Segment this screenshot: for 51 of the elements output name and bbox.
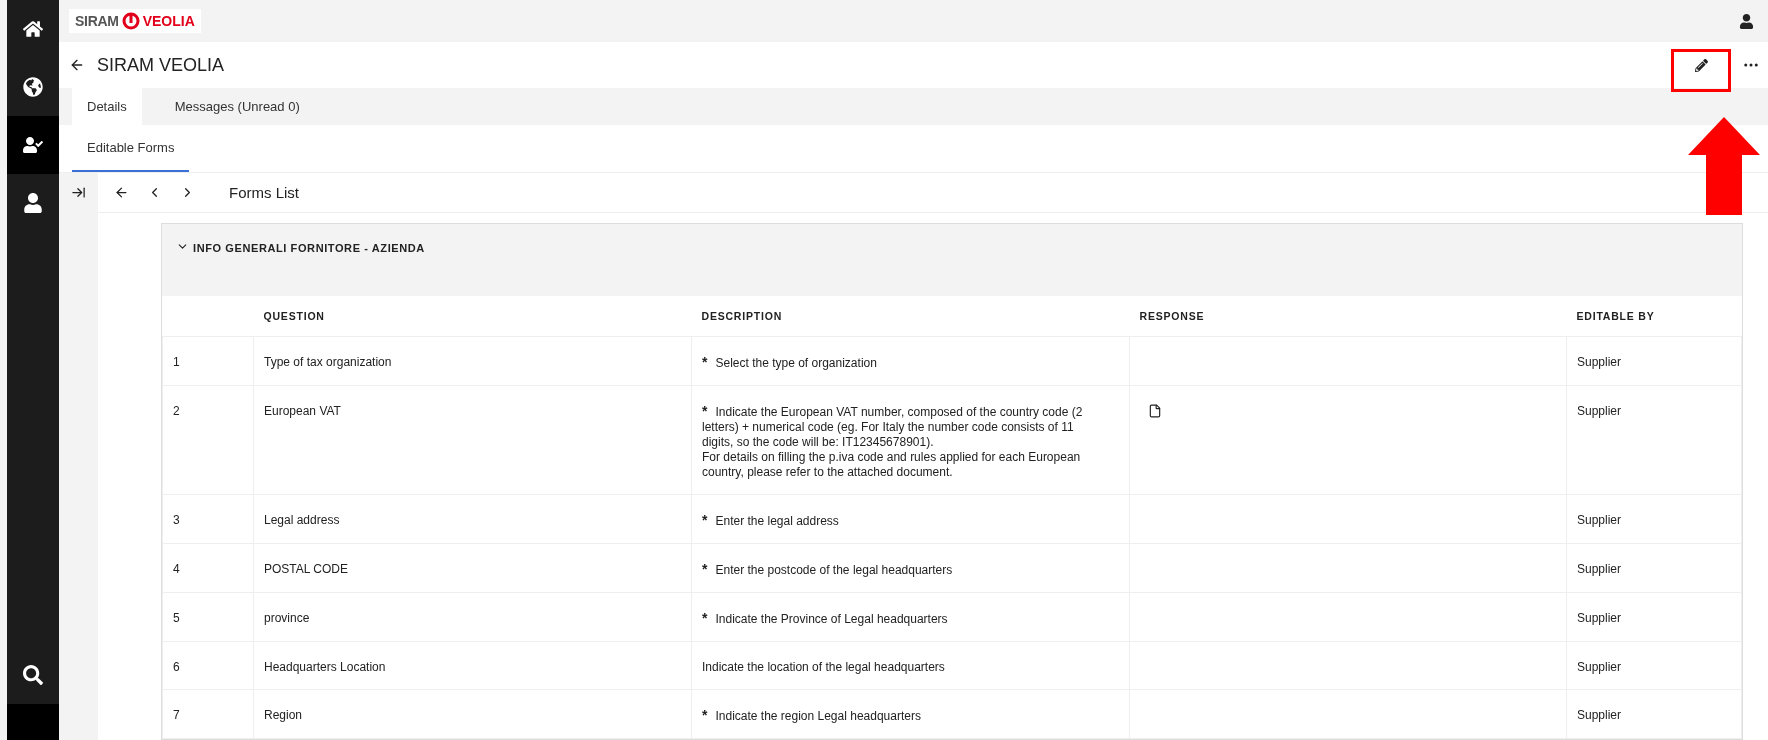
table-cell: 7 [162,689,254,739]
table-cell: Supplier [1566,494,1742,544]
user-check-icon [23,135,43,155]
page-title: SIRAM VEOLIA [97,54,226,76]
table-cell: Supplier [1566,385,1742,495]
user-icon [23,193,43,213]
table-cell: 3 [162,494,254,544]
back-icon[interactable] [114,185,129,200]
table-cell: Supplier [1566,689,1742,739]
table-cell: Region [253,689,692,739]
table-cell: POSTAL CODE [253,543,692,593]
description-cell: * Indicate the region Legal headquarters [691,689,1130,739]
table-cell: Supplier [1566,641,1742,690]
table-cell: 6 [162,641,254,690]
highlight-frame [1671,49,1731,92]
description-cell: * Select the type of organization [691,336,1130,386]
description-cell: * Enter the postcode of the legal headquarters [691,543,1130,593]
table-cell: 1 [162,336,254,386]
document-icon[interactable] [1148,404,1162,418]
table-cell: 4 [162,543,254,593]
globe-icon [23,77,43,97]
table-cell: Supplier [1566,336,1742,386]
column-header: DESCRIPTION [691,296,1130,337]
description-cell: * Indicate the European VAT number, composed of the country code (2 letters) + numerical code (eg. For Italy the number code consists of 11 digits, so the code will be: IT12345678901). For details on filling the p.iva code and rules applied for each European country, please refer to the attached document. [691,385,1130,495]
column-header: QUESTION [253,296,692,337]
table-cell: Type of tax organization [253,336,692,386]
tab[interactable]: Details [72,88,142,125]
user-icon[interactable] [1739,13,1754,29]
column-header: EDITABLE BY [1566,296,1742,337]
description-cell: * Indicate the Province of Legal headquarters [691,592,1130,642]
table-cell: European VAT [253,385,692,495]
home-icon [23,19,43,39]
table-cell: 2 [162,385,254,495]
table-cell: 5 [162,592,254,642]
toolbar-title: Forms List [229,184,299,201]
description-cell: Indicate the location of the legal headquarters [691,641,1130,690]
section-header[interactable]: INFO GENERALI FORNITORE - AZIENDA [162,224,1742,296]
table-cell: Headquarters Location [253,641,692,690]
expand-panel-icon[interactable] [71,185,86,200]
table-cell: Supplier [1566,543,1742,593]
table-cell: Legal address [253,494,692,544]
table-cell: Supplier [1566,592,1742,642]
logo: SIRAM VEOLIA [69,9,201,33]
table-cell: province [253,592,692,642]
back-icon[interactable] [69,57,85,73]
column-header: RESPONSE [1129,296,1567,337]
sidebar-item[interactable] [7,116,59,174]
tab[interactable]: Messages (Unread 0) [159,88,315,125]
description-cell: * Enter the legal address [691,494,1130,544]
section-title: INFO GENERALI FORNITORE - AZIENDA [193,242,425,254]
search-icon [23,665,43,685]
